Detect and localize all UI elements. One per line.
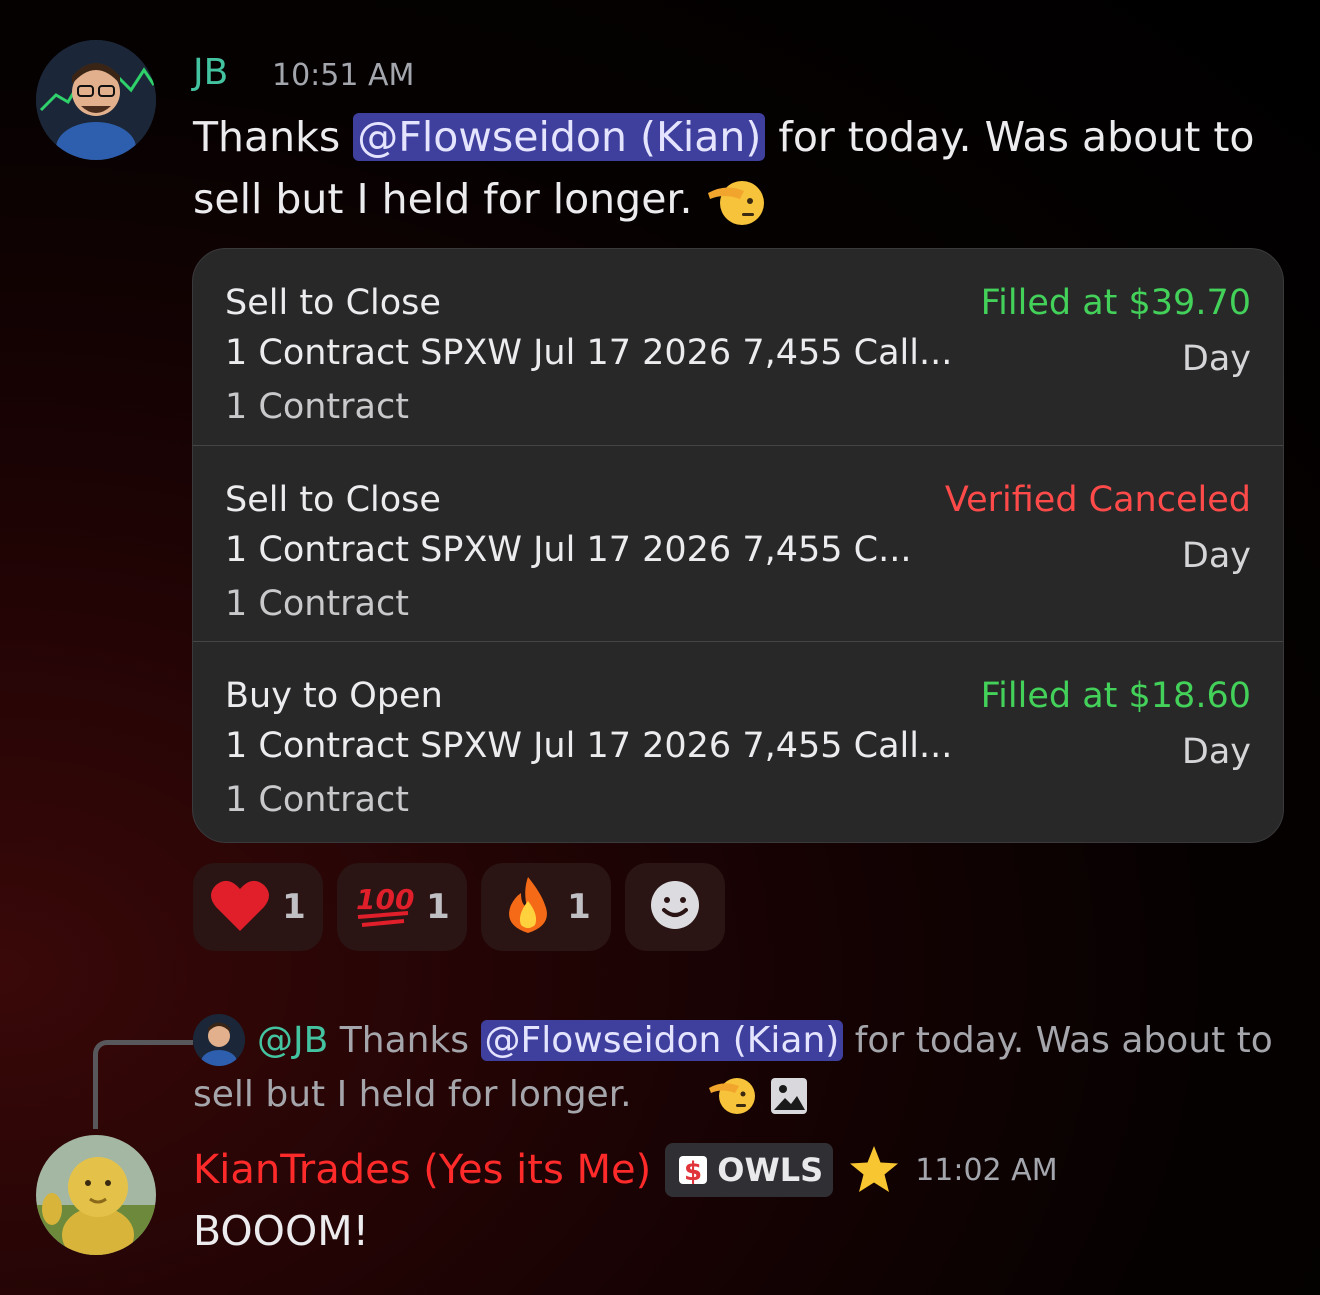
order-quantity: 1 Contract [225,780,409,820]
heart-icon [210,877,270,937]
guild-tag-label: OWLS [717,1151,824,1189]
order-title: Buy to Open [225,676,443,716]
message-timestamp: 10:51 AM [272,58,415,93]
reply-mention[interactable]: @Flowseidon (Kian) [480,1020,844,1061]
order-time-in-force: Day [1181,339,1251,379]
add-reaction-button[interactable] [625,863,725,951]
add-reaction-icon [649,879,701,935]
order-status: Verified Canceled [944,480,1251,520]
order-description: 1 Contract SPXW Jul 17 2026 7,455 Call..… [225,333,953,373]
saluting-face-emoji [643,1074,756,1118]
svg-text:$: $ [684,1157,702,1187]
message-text-before: Thanks [193,113,354,161]
fire-icon [501,875,555,939]
order-title: Sell to Close [225,283,441,323]
owls-tag-icon: $ [675,1152,711,1188]
order-time-in-force: Day [1181,732,1251,772]
reaction-heart[interactable]: 1 [193,863,323,951]
message-author[interactable]: JB [193,52,228,93]
guild-tag[interactable]: $ OWLS [665,1143,834,1197]
order-row[interactable]: Sell to Close 1 Contract SPXW Jul 17 202… [193,445,1283,641]
reply-connector [93,1040,193,1129]
kian-avatar[interactable] [36,1135,156,1255]
order-quantity: 1 Contract [225,387,409,427]
message-author[interactable]: KianTrades (Yes its Me) [193,1147,651,1193]
svg-text:100: 100 [356,883,414,916]
saluting-face-emoji [706,177,766,227]
message-timestamp: 11:02 AM [915,1152,1058,1188]
order-title: Sell to Close [225,480,441,520]
user-mention[interactable]: @Flowseidon (Kian) [353,113,766,161]
reply-text-before: Thanks [328,1020,481,1061]
order-status: Filled at $39.70 [980,283,1251,323]
jb-avatar[interactable] [36,40,156,160]
order-description: 1 Contract SPXW Jul 17 2026 7,455 Call..… [225,726,953,766]
reaction-fire[interactable]: 1 [481,863,611,951]
orders-embed-card[interactable]: Sell to Close 1 Contract SPXW Jul 17 202… [192,248,1284,843]
hundred-points-icon: 100 [354,877,415,937]
star-icon [847,1143,901,1197]
order-quantity: 1 Contract [225,584,409,624]
reaction-count: 1 [282,887,306,927]
order-description: 1 Contract SPXW Jul 17 2026 7,455 C... [225,530,912,570]
order-time-in-force: Day [1181,536,1251,576]
message-text: BOOOM! [193,1207,370,1255]
reply-author[interactable]: @JB [257,1020,328,1061]
reaction-count: 1 [567,887,591,927]
order-status: Filled at $18.60 [980,676,1251,716]
reaction-count: 1 [426,887,450,927]
reply-preview[interactable]: @JB Thanks @Flowseidon (Kian) for today.… [193,1014,1293,1122]
image-attachment-icon [705,1076,807,1116]
reaction-hundred[interactable]: 100 1 [337,863,467,951]
message-text: Thanks @Flowseidon (Kian) for today. Was… [193,106,1273,230]
order-row[interactable]: Buy to Open 1 Contract SPXW Jul 17 2026 … [193,641,1283,837]
order-row[interactable]: Sell to Close 1 Contract SPXW Jul 17 202… [193,249,1283,444]
message-header: KianTrades (Yes its Me) $ OWLS 11:02 AM [193,1140,1058,1200]
